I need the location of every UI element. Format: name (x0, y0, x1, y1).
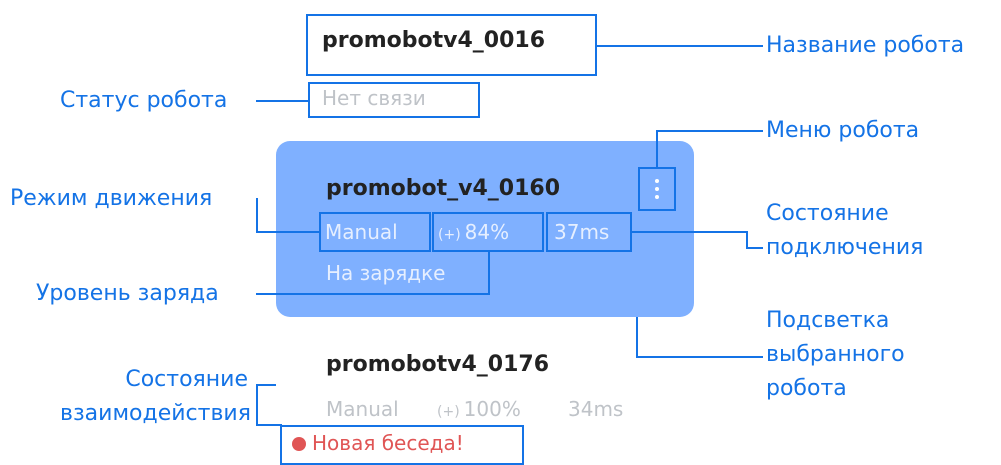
robot3-battery: 100% (463, 397, 521, 421)
callout-charge-level: Уровень заряда (36, 281, 219, 306)
connector-line (256, 424, 282, 426)
connector-line (597, 45, 763, 47)
robot2-status: На зарядке (326, 261, 446, 285)
connector-line (488, 252, 490, 294)
robot3-interaction: Новая беседа! (312, 431, 464, 455)
robot2-name: promobot_v4_0160 (326, 176, 561, 201)
callout-robot-menu: Меню робота (766, 118, 920, 143)
connector-line (746, 231, 748, 248)
callout-robot-name: Название робота (766, 33, 965, 58)
connector-line (636, 356, 763, 358)
robot2-mode: Manual (325, 220, 398, 244)
connector-line (632, 231, 748, 233)
robot3-name: promobotv4_0176 (326, 352, 550, 377)
robot2-ping: 37ms (554, 220, 610, 244)
robot2-battery: 84% (464, 220, 510, 244)
kebab-menu-icon[interactable] (640, 170, 674, 208)
connector-line (256, 231, 320, 233)
connector-line (256, 198, 258, 232)
alert-dot-icon (292, 437, 306, 451)
connector-line (256, 384, 258, 425)
connector-line (256, 384, 276, 386)
callout-motion-mode: Режим движения (10, 186, 213, 211)
battery-charging-icon: (+) (438, 227, 461, 243)
robot1-status: Нет связи (322, 86, 426, 110)
connector-line (256, 100, 308, 102)
robot3-mode: Manual (326, 397, 399, 421)
callout-robot-status: Статус робота (60, 88, 228, 113)
connector-line (656, 130, 763, 132)
battery-charging-icon: (+) (437, 404, 460, 420)
connector-line (636, 317, 638, 357)
robot2-battery-group: (+) 84% (438, 220, 509, 244)
callout-selected-highlight: Подсветка выбранного робота (766, 308, 905, 401)
robot3-ping: 34ms (568, 397, 624, 421)
connector-line (656, 130, 658, 168)
callout-interaction-state: Состояние взаимодействия (60, 367, 251, 426)
robot1-name: promobotv4_0016 (322, 28, 546, 53)
connector-line (256, 293, 490, 295)
robot3-battery-group: (+) 100% (437, 397, 521, 421)
connector-line (746, 247, 763, 249)
callout-connection-state: Состояние подключения (766, 201, 924, 260)
